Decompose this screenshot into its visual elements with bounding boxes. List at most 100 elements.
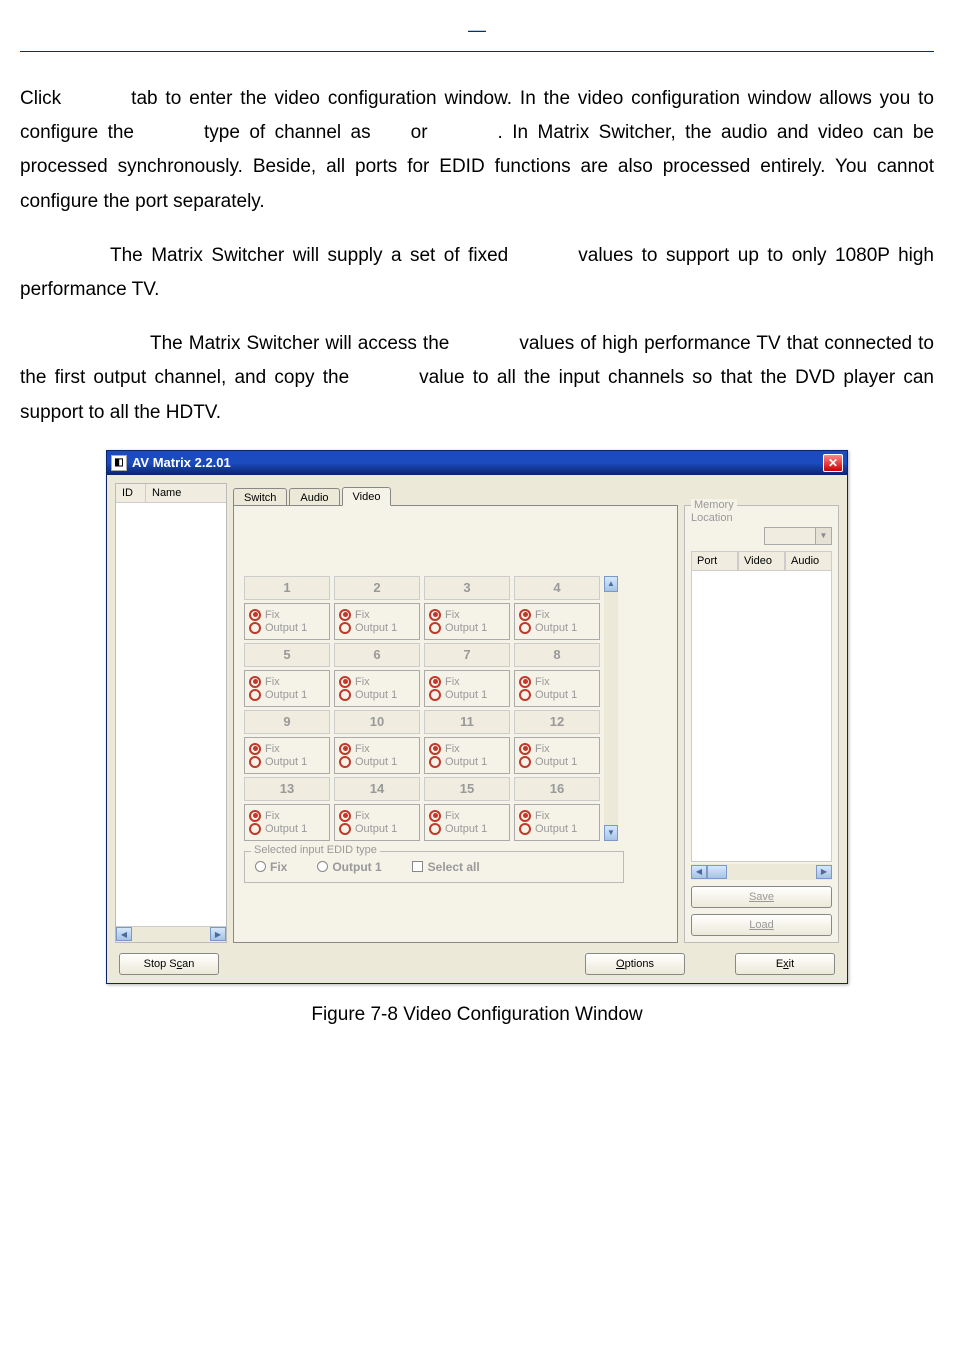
radio-icon	[249, 756, 261, 768]
memory-list[interactable]	[691, 571, 832, 862]
channel-header[interactable]: 8	[514, 643, 600, 667]
edid-radio-fix[interactable]: Fix	[255, 860, 287, 874]
radio-icon	[519, 810, 531, 822]
channel-header[interactable]: 12	[514, 710, 600, 734]
radio-fix[interactable]: Fix	[339, 743, 415, 755]
radio-icon	[519, 622, 531, 634]
channel-body: FixOutput 1	[424, 670, 510, 707]
paragraph-2: The Matrix Switcher will supply a set of…	[20, 239, 934, 307]
col-name[interactable]: Name	[146, 484, 226, 502]
radio-icon	[519, 823, 531, 835]
channel-header[interactable]: 7	[424, 643, 510, 667]
radio-output1[interactable]: Output 1	[519, 689, 595, 701]
memory-legend: Memory	[691, 499, 737, 511]
tab-video[interactable]: Video	[342, 487, 392, 506]
channel-header[interactable]: 1	[244, 576, 330, 600]
options-button[interactable]: Options	[585, 953, 685, 975]
radio-fix[interactable]: Fix	[249, 676, 325, 688]
radio-icon	[249, 810, 261, 822]
mem-col-port[interactable]: Port	[691, 551, 738, 571]
radio-fix[interactable]: Fix	[249, 743, 325, 755]
radio-fix[interactable]: Fix	[339, 810, 415, 822]
channel-header[interactable]: 5	[244, 643, 330, 667]
scroll-right-icon[interactable]: ▶	[210, 927, 226, 941]
left-hscrollbar[interactable]: ◀ ▶	[116, 926, 226, 942]
device-list-body[interactable]	[116, 503, 226, 926]
radio-output1[interactable]: Output 1	[249, 689, 325, 701]
channel-header[interactable]: 16	[514, 777, 600, 801]
channel-vscrollbar[interactable]: ▲ ▼	[604, 576, 620, 841]
radio-output1[interactable]: Output 1	[519, 823, 595, 835]
channel-body: FixOutput 1	[424, 603, 510, 640]
scroll-left-icon[interactable]: ◀	[691, 865, 707, 879]
radio-icon	[339, 756, 351, 768]
channel-header[interactable]: 2	[334, 576, 420, 600]
tab-audio[interactable]: Audio	[289, 488, 339, 506]
memory-panel: Memory Location ▼ Port Video Audio	[684, 505, 839, 943]
radio-output1[interactable]: Output 1	[519, 622, 595, 634]
radio-output1[interactable]: Output 1	[429, 823, 505, 835]
radio-fix[interactable]: Fix	[429, 609, 505, 621]
radio-output1[interactable]: Output 1	[339, 622, 415, 634]
tab-switch[interactable]: Switch	[233, 488, 287, 506]
radio-output1[interactable]: Output 1	[339, 689, 415, 701]
load-button[interactable]: Load	[691, 914, 832, 936]
radio-fix[interactable]: Fix	[249, 810, 325, 822]
channel-body: FixOutput 1	[334, 804, 420, 841]
channel-header[interactable]: 13	[244, 777, 330, 801]
titlebar[interactable]: ◧ AV Matrix 2.2.01 ✕	[107, 451, 847, 475]
radio-output1[interactable]: Output 1	[519, 756, 595, 768]
stop-scan-button[interactable]: Stop Scan	[119, 953, 219, 975]
radio-icon	[339, 622, 351, 634]
channel-body: FixOutput 1	[514, 670, 600, 707]
radio-output1[interactable]: Output 1	[249, 823, 325, 835]
channel-header[interactable]: 14	[334, 777, 420, 801]
save-button[interactable]: Save	[691, 886, 832, 908]
scroll-down-icon[interactable]: ▼	[604, 825, 618, 841]
mem-col-video[interactable]: Video	[738, 551, 785, 571]
radio-icon	[249, 743, 261, 755]
location-combo[interactable]: ▼	[764, 527, 832, 545]
channel-header[interactable]: 6	[334, 643, 420, 667]
radio-fix[interactable]: Fix	[429, 810, 505, 822]
radio-fix[interactable]: Fix	[519, 609, 595, 621]
radio-output1[interactable]: Output 1	[429, 689, 505, 701]
radio-fix[interactable]: Fix	[339, 676, 415, 688]
location-label: Location	[691, 512, 832, 524]
radio-output1[interactable]: Output 1	[429, 756, 505, 768]
radio-fix[interactable]: Fix	[429, 676, 505, 688]
edid-check-selectall[interactable]: Select all	[412, 860, 480, 874]
col-id[interactable]: ID	[116, 484, 146, 502]
radio-icon	[255, 861, 266, 872]
radio-output1[interactable]: Output 1	[429, 622, 505, 634]
radio-fix[interactable]: Fix	[429, 743, 505, 755]
radio-fix[interactable]: Fix	[519, 810, 595, 822]
channel-body: FixOutput 1	[514, 603, 600, 640]
channel-header[interactable]: 3	[424, 576, 510, 600]
channel-header[interactable]: 4	[514, 576, 600, 600]
chevron-down-icon[interactable]: ▼	[815, 528, 831, 544]
channel-header[interactable]: 10	[334, 710, 420, 734]
radio-icon	[429, 609, 441, 621]
scroll-up-icon[interactable]: ▲	[604, 576, 618, 592]
channel-header[interactable]: 11	[424, 710, 510, 734]
mem-col-audio[interactable]: Audio	[785, 551, 832, 571]
radio-output1[interactable]: Output 1	[339, 823, 415, 835]
channel-header[interactable]: 9	[244, 710, 330, 734]
exit-button[interactable]: Exit	[735, 953, 835, 975]
scroll-left-icon[interactable]: ◀	[116, 927, 132, 941]
channel-header[interactable]: 15	[424, 777, 510, 801]
radio-fix[interactable]: Fix	[249, 609, 325, 621]
radio-fix[interactable]: Fix	[519, 743, 595, 755]
scroll-right-icon[interactable]: ▶	[816, 865, 832, 879]
radio-fix[interactable]: Fix	[339, 609, 415, 621]
edid-radio-output1[interactable]: Output 1	[317, 860, 381, 874]
radio-output1[interactable]: Output 1	[249, 622, 325, 634]
close-icon[interactable]: ✕	[823, 454, 843, 472]
radio-fix[interactable]: Fix	[519, 676, 595, 688]
radio-output1[interactable]: Output 1	[339, 756, 415, 768]
memory-hscrollbar[interactable]: ◀ ▶	[691, 864, 832, 880]
radio-icon	[519, 609, 531, 621]
radio-icon	[429, 622, 441, 634]
radio-output1[interactable]: Output 1	[249, 756, 325, 768]
